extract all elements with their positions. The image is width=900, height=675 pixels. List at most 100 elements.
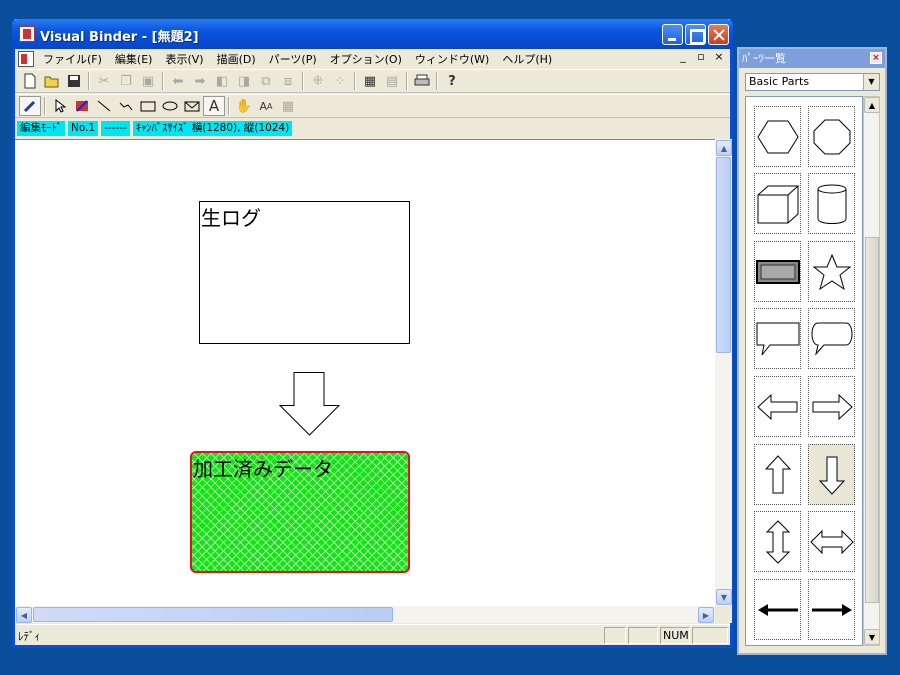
arrow-right-part[interactable] [808,376,855,437]
parts-scroll-down-button[interactable]: ▼ [864,629,880,645]
toolbar-separator [406,72,408,90]
speech-rect-part[interactable] [754,308,801,369]
scroll-corner [715,606,732,623]
group-icon[interactable]: ⁜ [307,71,329,91]
grid-icon[interactable]: ▦ [277,96,299,116]
arrow-left-part[interactable] [754,376,801,437]
octagon-part[interactable] [808,106,855,167]
processed-data-box[interactable]: 加工済みデータ [190,451,410,573]
chevron-down-icon[interactable]: ▼ [863,74,879,90]
parts-scroll-thumb[interactable] [865,237,879,603]
polyline-icon[interactable] [115,96,137,116]
status-panel [604,627,626,644]
down-arrow-shape[interactable] [279,372,341,436]
align-right-icon[interactable]: ◨ [233,71,255,91]
scroll-left-button[interactable]: ◀ [16,607,32,623]
horizontal-scroll-thumb[interactable] [33,607,393,622]
mode-bar: 編集ﾓｰﾄﾞ No.1 ------ ｷｬﾝﾊﾞｽｻｲｽﾞ 横(1280), 縦… [15,119,730,137]
drawing-canvas[interactable]: 生ログ 加工済みデータ [15,139,715,606]
polygon-icon[interactable] [181,96,203,116]
mdi-controls: _ ▫ × [676,50,726,63]
horizontal-scrollbar[interactable]: ◀ ▶ [15,606,715,623]
speech-round-part[interactable] [808,308,855,369]
hexagon-part[interactable] [754,106,801,167]
select-arrow-icon[interactable] [49,96,71,116]
send-back-icon[interactable]: ⧈ [277,71,299,91]
parts-category-select[interactable]: Basic Parts ▼ [745,73,880,91]
menu-help[interactable]: ヘルプ(H) [497,51,560,67]
rectangle-icon[interactable] [137,96,159,116]
align-left-icon[interactable]: ◧ [211,71,233,91]
cut-icon[interactable]: ✂ [93,71,115,91]
edit-mode-chip: 編集ﾓｰﾄﾞ [17,120,65,136]
star-part[interactable] [808,241,855,302]
page-number-chip: No.1 [68,120,99,136]
ellipse-icon[interactable] [159,96,181,116]
text-icon[interactable]: A [203,96,225,116]
parts-category-value: Basic Parts [749,75,810,88]
new-file-icon[interactable] [19,71,41,91]
minimize-button[interactable] [662,24,683,45]
parts-scroll-up-button[interactable]: ▲ [864,97,880,113]
line-arrow-left-part[interactable] [754,579,801,640]
scroll-up-button[interactable]: ▲ [716,140,732,156]
menu-bar: ファイル(F) 編集(E) 表示(V) 描画(D) パーツ(P) オプション(O… [15,49,730,68]
scroll-down-button[interactable]: ▼ [716,589,732,605]
scroll-right-button[interactable]: ▶ [698,607,714,623]
arrow-leftright-part[interactable] [808,511,855,572]
copy-icon[interactable]: ❐ [115,71,137,91]
open-folder-icon[interactable] [41,71,63,91]
menu-parts[interactable]: パーツ(P) [264,51,325,67]
standard-toolbar: ✂ ❐ ▣ ⬅ ➡ ◧ ◨ ⧉ ⧈ ⁜ ⁘ ▦ ▤ ? [15,69,730,93]
arrow-up-part[interactable] [754,444,801,505]
hand-icon[interactable]: ✋ [233,96,255,116]
app-icon[interactable] [19,26,35,42]
close-button[interactable] [708,24,729,45]
line-icon[interactable] [93,96,115,116]
pen-icon[interactable] [19,96,41,116]
selection-chip: ------ [101,120,130,136]
palette-title[interactable]: ﾊﾟｰﾂ一覧 [739,49,885,68]
menu-window[interactable]: ウィンドウ(W) [410,51,497,67]
menu-view[interactable]: 表示(V) [160,51,211,67]
cube-part[interactable] [754,173,801,234]
save-icon[interactable] [63,71,85,91]
properties-icon[interactable]: ▦ [359,71,381,91]
drawing-toolbar: A ✋ AA ▦ [15,94,730,118]
processed-data-label: 加工済みデータ [193,457,333,481]
title-bar[interactable]: Visual Binder - [無題2] [12,19,733,49]
forward-arrow-icon[interactable]: ➡ [189,71,211,91]
menu-edit[interactable]: 編集(E) [110,51,161,67]
mdi-minimize-button[interactable]: _ [676,50,690,63]
palette-close-button[interactable]: × [870,52,882,64]
arrow-updown-part[interactable] [754,511,801,572]
back-arrow-icon[interactable]: ⬅ [167,71,189,91]
maximize-button[interactable] [685,24,706,45]
menu-draw[interactable]: 描画(D) [212,51,264,67]
mdi-close-button[interactable]: × [712,50,726,63]
line-arrow-right-part[interactable] [808,579,855,640]
parts-scrollbar[interactable]: ▲ ▼ [863,96,880,646]
arrow-down-part[interactable] [808,444,855,505]
toolbar-separator [162,72,164,90]
toolbar-separator [354,72,356,90]
mdi-restore-button[interactable]: ▫ [694,50,708,63]
vertical-scrollbar[interactable]: ▲ ▼ [715,139,732,606]
document-icon[interactable] [18,50,34,67]
font-size-icon[interactable]: AA [255,96,277,116]
raw-log-box[interactable]: 生ログ [199,201,410,344]
menu-options[interactable]: オプション(O) [325,51,410,67]
vertical-scroll-thumb[interactable] [716,157,731,353]
bring-front-icon[interactable]: ⧉ [255,71,277,91]
layers-icon[interactable]: ▤ [381,71,403,91]
ungroup-icon[interactable]: ⁘ [329,71,351,91]
status-bar: ﾚﾃﾞｨ NUM [15,624,730,646]
status-panel [692,627,728,644]
paste-icon[interactable]: ▣ [137,71,159,91]
print-icon[interactable] [411,71,433,91]
button-part[interactable] [754,241,801,302]
cylinder-part[interactable] [808,173,855,234]
help-icon[interactable]: ? [441,71,463,91]
menu-file[interactable]: ファイル(F) [38,51,110,67]
color-icon[interactable] [71,96,93,116]
